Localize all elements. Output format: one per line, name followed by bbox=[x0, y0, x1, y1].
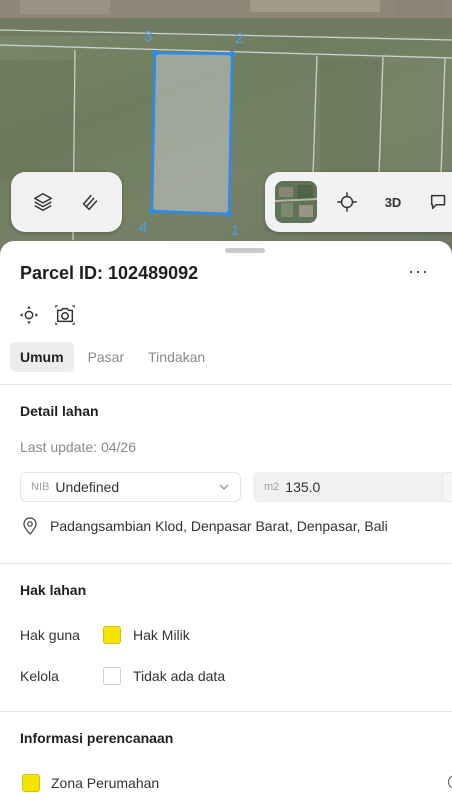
3d-toggle-button[interactable]: 3D bbox=[373, 182, 413, 222]
kelola-swatch bbox=[103, 667, 121, 685]
layers-button[interactable] bbox=[23, 182, 63, 222]
nib-value: Undefined bbox=[55, 479, 120, 495]
locate-button[interactable] bbox=[327, 182, 367, 222]
parcel-detail-sheet: Parcel ID: 102489092 ··· Umum Pasar Tind… bbox=[0, 241, 452, 804]
rights-heading: Hak lahan bbox=[20, 582, 87, 598]
zone-value: Zona Perumahan bbox=[51, 775, 160, 791]
map-view[interactable]: 3 2 4 1 3D bbox=[0, 0, 452, 270]
tab-bar: Umum Pasar Tindakan bbox=[10, 342, 215, 372]
basemap-button[interactable] bbox=[275, 181, 317, 223]
nib-field[interactable]: NIB Undefined bbox=[20, 472, 241, 502]
divider bbox=[0, 384, 452, 385]
address-row: Padangsambian Klod, Denpasar Barat, Denp… bbox=[22, 517, 388, 535]
address-text: Padangsambian Klod, Denpasar Barat, Denp… bbox=[50, 518, 388, 534]
tab-tindakan[interactable]: Tindakan bbox=[138, 342, 215, 372]
hak-guna-value: Hak Milik bbox=[133, 627, 190, 643]
kelola-value: Tidak ada data bbox=[133, 668, 226, 684]
chevron-down-icon bbox=[219, 484, 229, 490]
3d-label: 3D bbox=[384, 194, 402, 210]
vertex-label-1: 1 bbox=[231, 222, 240, 239]
measure-button[interactable] bbox=[70, 182, 110, 222]
more-options-button[interactable]: ··· bbox=[408, 261, 429, 282]
camera-icon[interactable] bbox=[54, 304, 76, 326]
vertex-label-2: 2 bbox=[235, 30, 244, 47]
last-update-text: Last update: 04/26 bbox=[20, 439, 136, 455]
area-field[interactable]: m2 135.0 bbox=[253, 472, 452, 502]
satellite-thumbnail bbox=[275, 181, 317, 223]
layers-icon bbox=[33, 193, 52, 211]
map-view-panel: 3D bbox=[265, 172, 452, 232]
vertex-label-4: 4 bbox=[139, 219, 148, 236]
page-title: Parcel ID: 102489092 bbox=[20, 263, 199, 283]
tab-umum[interactable]: Umum bbox=[10, 342, 74, 372]
zone-swatch bbox=[22, 774, 40, 792]
area-unit-field[interactable] bbox=[442, 472, 452, 502]
parcel-tools bbox=[18, 304, 76, 326]
chat-icon bbox=[430, 194, 446, 210]
divider bbox=[0, 711, 452, 712]
hak-guna-swatch bbox=[103, 626, 121, 644]
chat-button[interactable] bbox=[419, 182, 452, 222]
hak-guna-label: Hak guna bbox=[20, 627, 80, 643]
area-value: 135.0 bbox=[285, 479, 321, 495]
crosshair-move-icon[interactable] bbox=[18, 304, 40, 326]
detail-heading: Detail lahan bbox=[20, 403, 99, 419]
map-tools-panel bbox=[11, 172, 122, 232]
kelola-label: Kelola bbox=[20, 668, 59, 684]
sheet-grabber[interactable] bbox=[225, 248, 265, 253]
measure-icon bbox=[83, 194, 98, 211]
vertex-label-3: 3 bbox=[144, 28, 153, 45]
planning-heading: Informasi perencanaan bbox=[20, 730, 174, 746]
tab-pasar[interactable]: Pasar bbox=[78, 342, 135, 372]
crosshair-icon bbox=[337, 192, 357, 212]
nib-prefix: NIB bbox=[31, 481, 50, 493]
location-pin-icon bbox=[23, 517, 37, 535]
divider bbox=[0, 563, 452, 564]
area-prefix: m2 bbox=[264, 481, 280, 493]
